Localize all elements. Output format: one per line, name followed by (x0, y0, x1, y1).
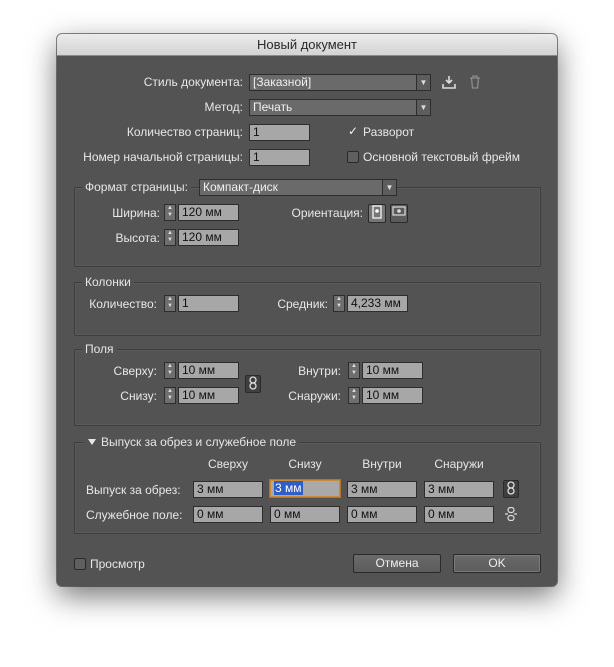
gutter-label: Средник: (277, 297, 328, 311)
intent-label: Метод: (204, 100, 243, 114)
margin-top-input[interactable]: 10 мм (178, 362, 239, 379)
ok-button[interactable]: OK (453, 554, 541, 573)
height-stepper[interactable]: ▲ ▼ (164, 229, 176, 246)
margins-title: Поля (82, 342, 117, 356)
slug-label: Служебное поле: (86, 508, 183, 522)
orientation-label: Ориентация: (291, 206, 363, 220)
columns-number-label: Количество: (89, 297, 157, 311)
pages-label: Количество страниц: (126, 125, 243, 139)
primary-text-frame-checkbox[interactable] (347, 151, 359, 163)
dialog-title: Новый документ (57, 34, 557, 56)
height-input[interactable]: 120 мм (178, 229, 239, 246)
slug-outside-input[interactable]: 0 мм (424, 506, 494, 523)
slug-top-input[interactable]: 0 мм (193, 506, 263, 523)
save-preset-icon[interactable] (441, 75, 457, 92)
margin-outside-label: Снаружи: (288, 389, 341, 403)
chevron-down-icon: ▼ (382, 180, 396, 195)
columns-title: Колонки (82, 275, 134, 289)
margin-bottom-label: Снизу: (120, 389, 157, 403)
gutter-input[interactable]: 4,233 мм (347, 295, 408, 312)
bleed-header-outside: Снаружи (434, 457, 484, 471)
facing-pages-checkbox[interactable]: ✓ (347, 125, 359, 137)
bleed-slug-title: Выпуск за обрез и служебное поле (101, 435, 297, 449)
margin-bottom-stepper[interactable]: ▲ ▼ (164, 387, 176, 404)
chevron-down-icon: ▼ (416, 75, 430, 90)
chevron-down-icon: ▼ (416, 100, 430, 115)
margin-bottom-input[interactable]: 10 мм (178, 387, 239, 404)
document-style-dropdown[interactable]: [Заказной] ▼ (249, 74, 431, 91)
gutter-stepper[interactable]: ▲ ▼ (333, 295, 345, 312)
columns-number-input[interactable]: 1 (178, 295, 239, 312)
bleed-header-top: Сверху (207, 457, 249, 471)
new-document-dialog: Новый документ Стиль документа: [Заказно… (57, 34, 557, 586)
margin-outside-stepper[interactable]: ▲ ▼ (348, 387, 360, 404)
bleed-inside-input[interactable]: 3 мм (347, 481, 417, 498)
preview-label: Просмотр (90, 557, 145, 571)
page-size-value: Компакт-диск (203, 180, 278, 194)
margin-top-stepper[interactable]: ▲ ▼ (164, 362, 176, 379)
margin-outside-input[interactable]: 10 мм (362, 387, 423, 404)
height-label: Высота: (115, 231, 160, 245)
bleed-slug-toggle[interactable]: Выпуск за обрез и служебное поле (83, 435, 300, 449)
bleed-header-bottom: Снизу (288, 457, 322, 471)
start-page-label: Номер начальной страницы: (83, 150, 243, 164)
bleed-label: Выпуск за обрез: (86, 483, 181, 497)
unlink-slug-icon[interactable] (503, 506, 519, 524)
trash-icon[interactable] (467, 75, 483, 92)
intent-value: Печать (253, 100, 293, 114)
margin-inside-label: Внутри: (298, 364, 341, 378)
document-style-value: [Заказной] (253, 75, 312, 89)
primary-text-frame-label: Основной текстовый фрейм (363, 150, 521, 164)
page-size-dropdown[interactable]: Компакт-диск ▼ (199, 179, 397, 196)
width-input[interactable]: 120 мм (178, 204, 239, 221)
bleed-bottom-input[interactable]: 3 мм (270, 480, 340, 497)
start-page-input[interactable]: 1 (249, 149, 310, 166)
pages-input[interactable]: 1 (249, 124, 310, 141)
page-size-label: Формат страницы: (82, 180, 191, 194)
page-size-group (74, 187, 541, 267)
slug-inside-input[interactable]: 0 мм (347, 506, 417, 523)
bleed-bottom-selected-text: 3 мм (274, 481, 303, 495)
facing-pages-label: Разворот (363, 125, 415, 139)
landscape-orientation-button[interactable] (390, 204, 408, 223)
slug-bottom-input[interactable]: 0 мм (270, 506, 340, 523)
margin-inside-input[interactable]: 10 мм (362, 362, 423, 379)
bleed-header-inside: Внутри (362, 457, 402, 471)
intent-dropdown[interactable]: Печать ▼ (249, 99, 431, 116)
cancel-button[interactable]: Отмена (353, 554, 441, 573)
preview-checkbox[interactable] (74, 558, 86, 570)
document-style-label: Стиль документа: (143, 75, 243, 89)
portrait-orientation-button[interactable] (368, 204, 386, 223)
width-stepper[interactable]: ▲ ▼ (164, 204, 176, 221)
disclosure-triangle-icon (88, 439, 96, 445)
margin-inside-stepper[interactable]: ▲ ▼ (348, 362, 360, 379)
link-bleed-icon[interactable] (503, 480, 519, 498)
margin-top-label: Сверху: (113, 364, 157, 378)
bleed-top-input[interactable]: 3 мм (193, 481, 263, 498)
columns-number-stepper[interactable]: ▲ ▼ (164, 295, 176, 312)
width-label: Ширина: (112, 206, 160, 220)
bleed-outside-input[interactable]: 3 мм (424, 481, 494, 498)
